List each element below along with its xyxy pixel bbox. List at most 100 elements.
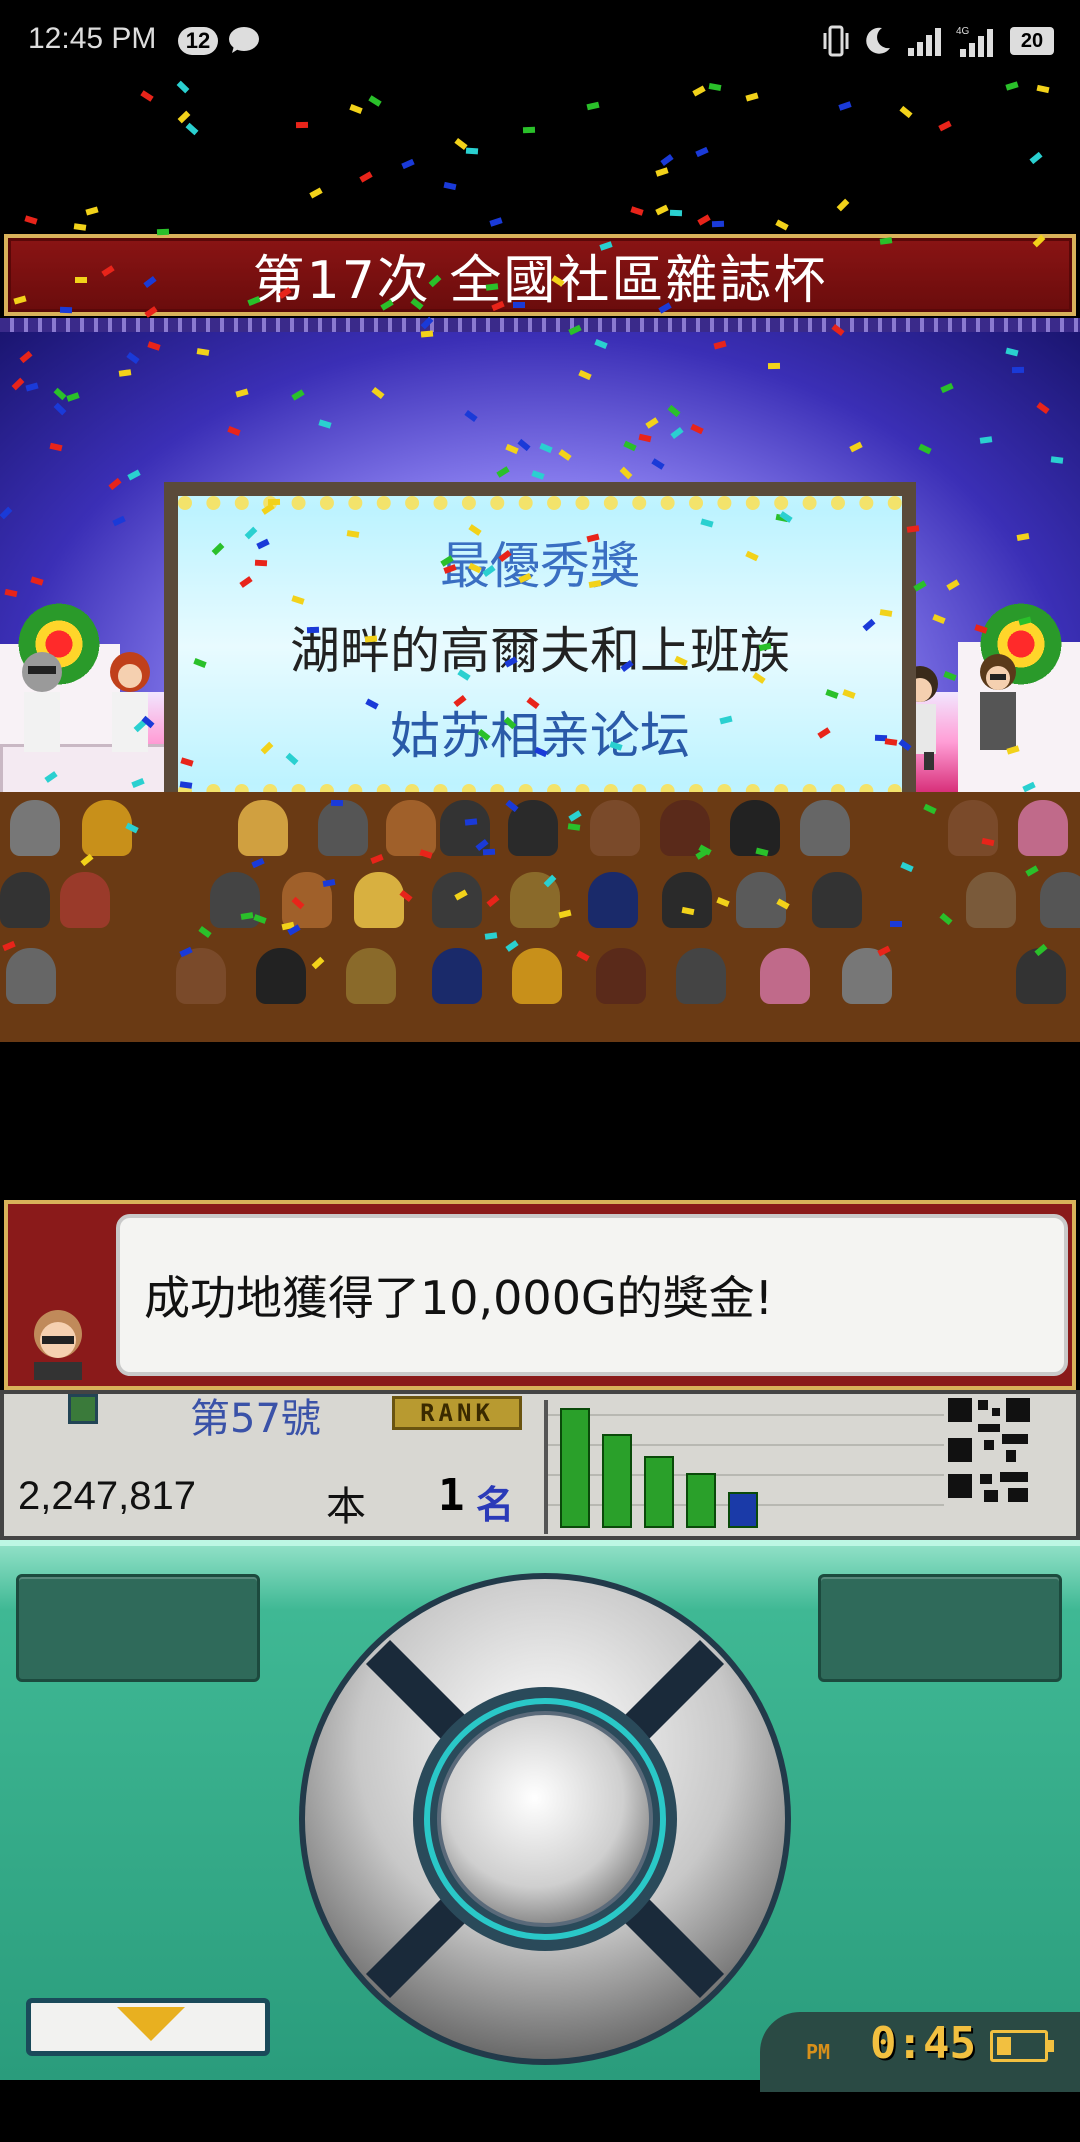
confetti-piece bbox=[401, 158, 415, 170]
clock-time: 0:45 bbox=[870, 2018, 976, 2069]
sales-bar bbox=[728, 1492, 758, 1528]
game-battery-icon bbox=[990, 2030, 1048, 2062]
confetti-piece bbox=[156, 228, 170, 236]
magazine-status-panel: 第57號 RANK 2,247,817 本 1 名 bbox=[0, 1390, 1080, 1540]
rank-value: 1 bbox=[438, 1470, 465, 1521]
confetti-piece bbox=[513, 302, 525, 308]
confetti-piece bbox=[349, 104, 363, 114]
menu-toggle-button[interactable] bbox=[26, 1998, 270, 2056]
judge-character bbox=[14, 648, 70, 758]
magazine-icon bbox=[68, 1394, 98, 1424]
confetti-piece bbox=[890, 921, 902, 927]
confetti-piece bbox=[708, 83, 722, 91]
audience-row bbox=[0, 948, 1080, 1018]
confetti-piece bbox=[522, 126, 536, 134]
game-screen[interactable]: 第17次 全國社區雜誌杯 最優秀獎 湖畔的高爾夫和上班族 姑苏相亲论坛 成功地獲… bbox=[0, 80, 1080, 2092]
confetti-piece bbox=[330, 799, 344, 807]
confetti-piece bbox=[254, 559, 268, 567]
audience-seats bbox=[0, 792, 1080, 1042]
issue-number: 第57號 bbox=[190, 1396, 321, 1442]
center-select-button bbox=[437, 1711, 653, 1927]
confetti-piece bbox=[1050, 456, 1064, 464]
contest-title-banner: 第17次 全國社區雜誌杯 bbox=[4, 234, 1076, 316]
confetti-piece bbox=[443, 181, 457, 191]
left-soft-button[interactable] bbox=[16, 1574, 260, 1682]
confetti-piece bbox=[73, 223, 87, 231]
confetti-piece bbox=[176, 80, 190, 94]
confetti-piece bbox=[692, 85, 706, 97]
chat-bubble-icon bbox=[229, 27, 259, 53]
signal-icon bbox=[908, 28, 941, 56]
svg-text:4G: 4G bbox=[956, 26, 970, 37]
confetti-piece bbox=[899, 105, 913, 119]
confetti-piece bbox=[364, 635, 378, 643]
confetti-piece bbox=[1005, 81, 1019, 91]
confetti-piece bbox=[75, 277, 87, 283]
advisor-portrait bbox=[26, 1304, 90, 1380]
notification-count-badge: 12 bbox=[178, 27, 218, 55]
moon-icon bbox=[866, 27, 890, 54]
right-soft-button[interactable] bbox=[818, 1574, 1062, 1682]
sales-bar bbox=[560, 1408, 590, 1528]
status-bar: 12:45 PM 12 4G 20 bbox=[0, 0, 1080, 82]
confetti-piece bbox=[669, 209, 683, 217]
confetti-piece bbox=[295, 121, 309, 129]
confetti-piece bbox=[464, 818, 478, 826]
rank-label: RANK bbox=[392, 1396, 522, 1430]
status-time: 12:45 PM bbox=[28, 22, 157, 55]
confetti-piece bbox=[630, 206, 644, 216]
confetti-piece bbox=[368, 95, 382, 107]
sales-bar bbox=[602, 1434, 632, 1528]
award-stage: 最優秀獎 湖畔的高爾夫和上班族 姑苏相亲论坛 bbox=[0, 332, 1080, 1042]
sales-bar bbox=[644, 1456, 674, 1528]
confetti-piece bbox=[309, 187, 323, 199]
sales-count: 2,247,817 bbox=[18, 1474, 196, 1518]
confetti-piece bbox=[697, 214, 711, 226]
award-work-title: 湖畔的高爾夫和上班族 bbox=[290, 621, 790, 680]
qr-code-icon bbox=[944, 1394, 1034, 1506]
confetti-piece bbox=[85, 206, 99, 216]
confetti-piece bbox=[655, 167, 669, 177]
rank-unit: 名 bbox=[476, 1483, 515, 1527]
controller-panel: PM 0:45 bbox=[0, 1540, 1080, 2092]
confetti-piece bbox=[775, 219, 789, 231]
confetti-piece bbox=[482, 848, 496, 856]
vibrate-icon bbox=[823, 25, 849, 57]
confetti-piece bbox=[1011, 366, 1025, 374]
down-arrow-icon bbox=[117, 2007, 185, 2041]
audience-row bbox=[0, 872, 1080, 942]
speech-bubble: 成功地獲得了10,000G的獎金! bbox=[116, 1214, 1068, 1376]
sales-bar bbox=[686, 1473, 716, 1528]
confetti-piece bbox=[586, 101, 600, 111]
confetti-piece bbox=[24, 215, 38, 225]
confetti-piece bbox=[59, 306, 73, 314]
banner-trim bbox=[0, 318, 1080, 332]
confetti-piece bbox=[1036, 84, 1050, 94]
directional-pad[interactable] bbox=[296, 1570, 794, 2068]
signal-4g-icon: 4G bbox=[956, 26, 993, 57]
contest-title: 第17次 全國社區雜誌杯 bbox=[252, 250, 828, 311]
judge-character bbox=[102, 648, 158, 758]
sales-bar-chart bbox=[544, 1400, 948, 1534]
confetti-piece bbox=[177, 110, 191, 124]
confetti-piece bbox=[420, 330, 434, 338]
message-dialog[interactable]: 成功地獲得了10,000G的獎金! bbox=[4, 1200, 1076, 1390]
confetti-piece bbox=[489, 217, 503, 227]
confetti-piece bbox=[465, 147, 479, 155]
status-icons: 4G 20 bbox=[822, 24, 1054, 58]
confetti-piece bbox=[938, 120, 952, 132]
battery-icon: 20 bbox=[1010, 27, 1054, 55]
confetti-piece bbox=[695, 146, 709, 158]
confetti-piece bbox=[711, 220, 725, 228]
confetti-piece bbox=[660, 154, 674, 166]
dialog-message: 成功地獲得了10,000G的獎金! bbox=[144, 1271, 774, 1325]
confetti-piece bbox=[767, 362, 781, 370]
game-clock-panel: PM 0:45 bbox=[760, 2012, 1080, 2092]
confetti-piece bbox=[836, 198, 850, 212]
confetti-piece bbox=[140, 90, 154, 102]
confetti-piece bbox=[1029, 151, 1043, 165]
confetti-piece bbox=[185, 122, 199, 136]
audience-row bbox=[0, 800, 1080, 870]
confetti-piece bbox=[838, 101, 852, 111]
award-team-name: 姑苏相亲论坛 bbox=[390, 706, 690, 765]
